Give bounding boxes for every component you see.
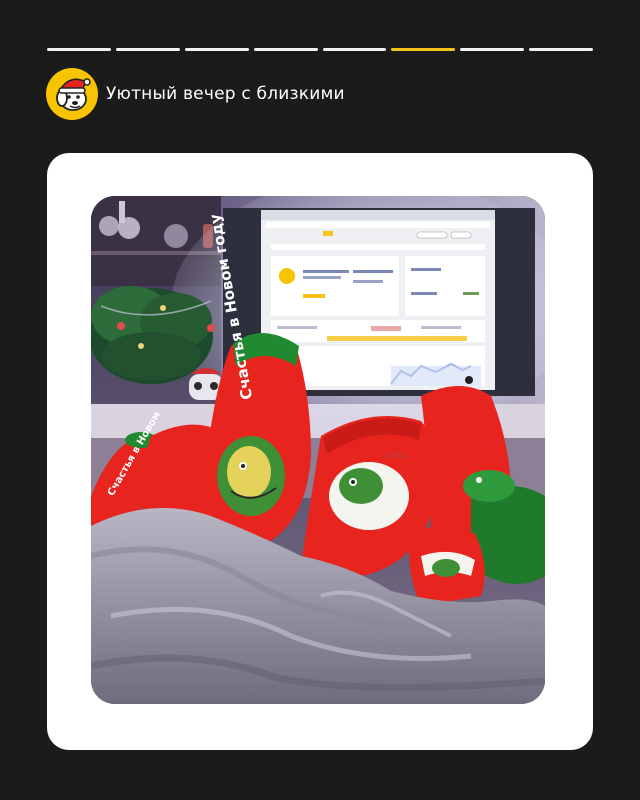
story-progress-segment[interactable] — [322, 48, 387, 51]
story-progress-bar — [47, 48, 593, 52]
dog-santa-hat-logo-icon[interactable] — [46, 68, 98, 120]
story-progress-segment[interactable] — [253, 48, 318, 51]
story-progress-segment[interactable] — [460, 48, 525, 51]
story-header: Уютный вечер с близкими — [46, 67, 345, 121]
cozy-evening-photo: Счастья в Новом Счастья в Новом году — [91, 196, 545, 704]
story-progress-segment[interactable] — [115, 48, 180, 51]
story-title: Уютный вечер с близкими — [106, 84, 345, 104]
story-card: Счастья в Новом Счастья в Новом году — [47, 153, 593, 750]
story-progress-segment[interactable] — [184, 48, 249, 51]
story-progress-segment-active[interactable] — [391, 48, 456, 51]
story-progress-segment[interactable] — [529, 48, 593, 51]
story-progress-segment[interactable] — [47, 48, 111, 51]
